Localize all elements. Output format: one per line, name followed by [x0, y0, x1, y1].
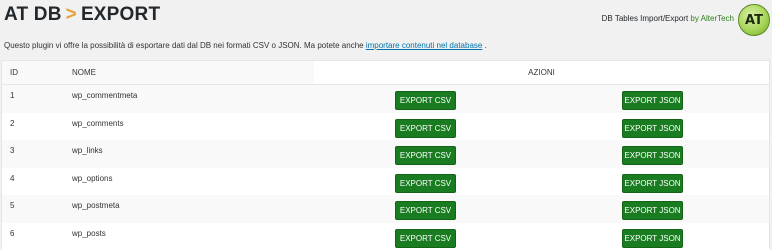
altertech-logo: AT	[738, 4, 770, 36]
table-header-row: ID NOME AZIONI	[2, 61, 769, 85]
row-table-name: wp_links	[72, 146, 103, 155]
export-json-button[interactable]: EXPORT JSON	[622, 173, 683, 193]
column-header-actions: AZIONI	[528, 68, 555, 77]
intro-text: Questo plugin vi offre la possibilità di…	[4, 41, 487, 50]
row-table-name: wp_posts	[72, 228, 106, 238]
export-json-button[interactable]: EXPORT JSON	[622, 228, 683, 248]
table-row: 4 wp_options EXPORT CSV EXPORT JSON	[2, 167, 769, 195]
plugin-name: DB Tables Import/Export	[601, 14, 689, 23]
export-json-button[interactable]: EXPORT JSON	[622, 201, 683, 220]
export-csv-button[interactable]: EXPORT CSV	[395, 118, 456, 138]
import-link[interactable]: importare contenuti nel database	[366, 41, 483, 50]
row-id: 6	[10, 228, 15, 238]
row-id: 3	[10, 146, 15, 155]
export-json-button[interactable]: EXPORT JSON	[622, 91, 683, 110]
row-id: 1	[10, 91, 15, 100]
export-json-button[interactable]: EXPORT JSON	[622, 118, 683, 138]
logo-text: AT	[745, 12, 763, 28]
intro-suffix: .	[484, 41, 487, 50]
export-csv-button[interactable]: EXPORT CSV	[395, 201, 456, 220]
export-csv-button[interactable]: EXPORT CSV	[395, 146, 456, 165]
column-header-name: NOME	[72, 68, 96, 77]
row-table-name: wp_comments	[72, 118, 124, 128]
row-table-name: wp_commentmeta	[72, 91, 138, 100]
row-id: 2	[10, 118, 15, 128]
table-row: 5 wp_postmeta EXPORT CSV EXPORT JSON	[2, 195, 769, 223]
row-table-name: wp_options	[72, 173, 113, 183]
export-json-button[interactable]: EXPORT JSON	[622, 146, 683, 165]
plugin-brand: DB Tables Import/Export by AlterTech	[602, 14, 734, 23]
plugin-author: by AlterTech	[690, 14, 734, 23]
title-separator: >	[65, 4, 77, 25]
intro-body: Questo plugin vi offre la possibilità di…	[4, 41, 364, 50]
row-table-name: wp_postmeta	[72, 201, 120, 210]
table-row: 1 wp_commentmeta EXPORT CSV EXPORT JSON	[2, 85, 769, 113]
export-table: ID NOME AZIONI 1 wp_commentmeta EXPORT CSV…	[1, 60, 770, 250]
export-page: AT DB > EXPORT DB Tables Import/Export by …	[0, 0, 772, 250]
title-left: AT DB	[4, 4, 62, 25]
table-row: 3 wp_links EXPORT CSV EXPORT JSON	[2, 140, 769, 168]
export-csv-button[interactable]: EXPORT CSV	[395, 228, 456, 248]
column-header-id: ID	[10, 68, 18, 77]
title-right: EXPORT	[80, 4, 161, 25]
table-row: 6 wp_posts EXPORT CSV EXPORT JSON	[2, 222, 769, 250]
export-csv-button[interactable]: EXPORT CSV	[395, 91, 456, 110]
row-id: 4	[10, 173, 15, 183]
table-row: 2 wp_comments EXPORT CSV EXPORT JSON	[2, 112, 769, 140]
row-id: 5	[10, 201, 15, 210]
page-title: AT DB > EXPORT	[4, 4, 160, 26]
export-csv-button[interactable]: EXPORT CSV	[395, 173, 456, 193]
